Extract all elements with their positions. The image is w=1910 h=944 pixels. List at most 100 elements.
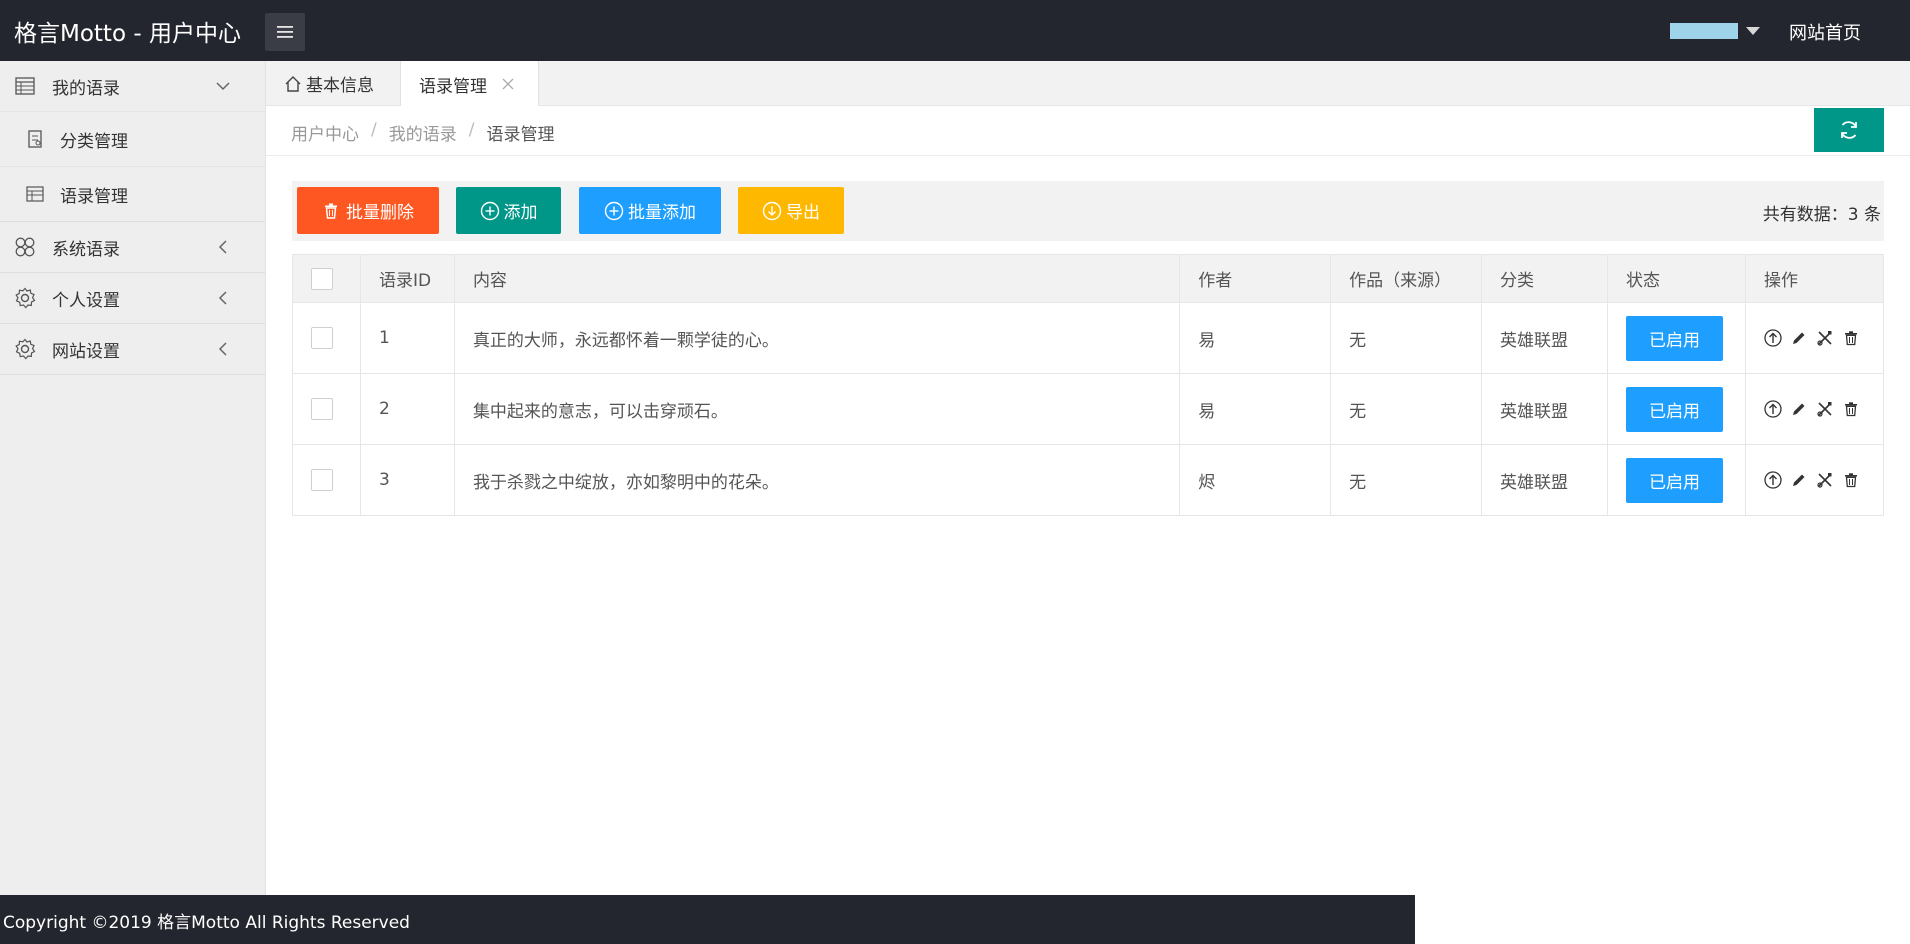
cell-category: 英雄联盟 bbox=[1481, 373, 1608, 445]
cell-id: 2 bbox=[359, 373, 455, 445]
refresh-button[interactable] bbox=[1814, 108, 1884, 152]
breadcrumb-separator: / bbox=[468, 120, 475, 140]
cell-category: 英雄联盟 bbox=[1481, 302, 1608, 374]
chevron-down-icon bbox=[216, 82, 230, 91]
move-up-icon[interactable] bbox=[1764, 471, 1782, 489]
user-name: 用户 bbox=[1670, 23, 1738, 39]
file-icon bbox=[26, 130, 44, 148]
edit-icon[interactable] bbox=[1790, 400, 1808, 418]
add-button[interactable]: 添加 bbox=[456, 187, 561, 234]
row-actions bbox=[1764, 400, 1865, 418]
chevron-left-icon bbox=[218, 240, 227, 254]
batch-delete-button[interactable]: 批量删除 bbox=[297, 187, 439, 234]
home-icon bbox=[284, 75, 302, 93]
breadcrumb-current: 语录管理 bbox=[486, 125, 555, 145]
top-header: 格言Motto - 用户中心 用户 网站首页 bbox=[0, 0, 1910, 61]
plus-circle-icon bbox=[604, 201, 624, 221]
clover-icon bbox=[14, 236, 36, 258]
table-header: 操作 bbox=[1744, 254, 1885, 303]
table-header: 语录ID bbox=[359, 254, 455, 303]
gear-icon bbox=[14, 338, 36, 360]
row-checkbox[interactable] bbox=[311, 398, 333, 420]
row-checkbox[interactable] bbox=[311, 327, 333, 349]
export-button[interactable]: 导出 bbox=[738, 187, 844, 234]
hamburger-icon bbox=[277, 26, 293, 38]
sidebar-item-category-manage[interactable]: 分类管理 bbox=[0, 111, 265, 166]
sidebar-item-site-settings[interactable]: 网站设置 bbox=[0, 324, 265, 374]
row-actions bbox=[1764, 471, 1865, 489]
table-header: 状态 bbox=[1606, 254, 1746, 303]
gear-icon bbox=[14, 287, 36, 309]
cell-status: 已启用 bbox=[1606, 444, 1746, 516]
button-label: 添加 bbox=[503, 203, 538, 223]
website-home-link[interactable]: 网站首页 bbox=[1789, 19, 1861, 45]
chevron-left-icon bbox=[218, 291, 227, 305]
plus-circle-icon bbox=[480, 201, 500, 221]
chevron-left-icon bbox=[218, 342, 227, 356]
cell-content: 真正的大师，永远都怀着一颗学徒的心。 bbox=[453, 302, 1181, 374]
sidebar: 我的语录 分类管理 语录管理 系统语录 个人设置 网站设置 bbox=[0, 61, 266, 895]
copyright-text: Copyright ©2019 格言Motto All Rights Reser… bbox=[3, 913, 410, 933]
tools-icon[interactable] bbox=[1816, 400, 1834, 418]
table-row: 1 真正的大师，永远都怀着一颗学徒的心。 易 无 英雄联盟 已启用 bbox=[292, 302, 1885, 374]
cell-actions bbox=[1744, 444, 1885, 516]
cell-source: 无 bbox=[1330, 373, 1483, 445]
cell-author: 烬 bbox=[1179, 444, 1332, 516]
breadcrumb-item[interactable]: 我的语录 bbox=[389, 120, 457, 145]
sidebar-item-quote-manage[interactable]: 语录管理 bbox=[0, 166, 265, 221]
sidebar-item-label: 网站设置 bbox=[52, 341, 120, 362]
breadcrumb: 用户中心 / 我的语录 / 语录管理 bbox=[291, 120, 554, 145]
breadcrumb-separator: / bbox=[371, 120, 377, 140]
sidebar-item-my-quotes[interactable]: 我的语录 bbox=[0, 61, 265, 111]
menu-toggle-button[interactable] bbox=[265, 13, 305, 51]
cell-actions bbox=[1744, 373, 1885, 445]
row-select bbox=[292, 444, 361, 516]
status-toggle-button[interactable]: 已启用 bbox=[1625, 386, 1723, 432]
refresh-icon bbox=[1841, 121, 1857, 139]
user-menu[interactable]: 用户 bbox=[1670, 20, 1760, 42]
row-select bbox=[292, 373, 361, 445]
page-tabs: 基本信息 语录管理 bbox=[266, 61, 1910, 107]
sidebar-item-label: 语录管理 bbox=[60, 186, 128, 207]
delete-icon[interactable] bbox=[1842, 471, 1860, 489]
caret-down-icon bbox=[1746, 27, 1760, 35]
breadcrumb-item[interactable]: 用户中心 bbox=[291, 120, 359, 145]
tab-quote-manage[interactable]: 语录管理 bbox=[401, 61, 539, 107]
select-all-checkbox[interactable] bbox=[311, 267, 333, 290]
table-row: 3 我于杀戮之中绽放，亦如黎明中的花朵。 烬 无 英雄联盟 已启用 bbox=[292, 444, 1885, 516]
tools-icon[interactable] bbox=[1816, 471, 1834, 489]
row-select bbox=[292, 302, 361, 374]
cell-category: 英雄联盟 bbox=[1481, 444, 1608, 516]
move-up-icon[interactable] bbox=[1764, 329, 1782, 347]
quotes-table: 语录ID 内容 作者 作品（来源） 分类 状态 操作 1 真正的大师，永远都怀着… bbox=[292, 254, 1885, 516]
status-toggle-button[interactable]: 已启用 bbox=[1625, 457, 1723, 503]
row-checkbox[interactable] bbox=[311, 469, 333, 491]
tools-icon[interactable] bbox=[1816, 329, 1834, 347]
header-select-all bbox=[292, 254, 361, 303]
total-count: 共有数据：3 条 bbox=[1762, 205, 1881, 225]
tab-label: 基本信息 bbox=[306, 76, 374, 96]
action-toolbar: 批量删除 添加 批量添加 导出 共有数据：3 条 bbox=[292, 181, 1884, 241]
delete-icon[interactable] bbox=[1842, 329, 1860, 347]
sidebar-item-system-quotes[interactable]: 系统语录 bbox=[0, 222, 265, 272]
edit-icon[interactable] bbox=[1790, 471, 1808, 489]
button-label: 批量添加 bbox=[628, 203, 696, 223]
close-icon[interactable] bbox=[501, 77, 515, 91]
button-label: 导出 bbox=[786, 203, 820, 223]
site-logo[interactable]: 格言Motto - 用户中心 bbox=[14, 14, 241, 48]
edit-icon[interactable] bbox=[1790, 329, 1808, 347]
delete-icon[interactable] bbox=[1842, 400, 1860, 418]
footer: Copyright ©2019 格言Motto All Rights Reser… bbox=[0, 895, 1415, 944]
status-toggle-button[interactable]: 已启用 bbox=[1625, 315, 1723, 361]
move-up-icon[interactable] bbox=[1764, 400, 1782, 418]
cell-status: 已启用 bbox=[1606, 373, 1746, 445]
sidebar-item-personal-settings[interactable]: 个人设置 bbox=[0, 273, 265, 323]
tab-basic-info[interactable]: 基本信息 bbox=[266, 61, 401, 106]
table-icon bbox=[14, 75, 36, 97]
cell-source: 无 bbox=[1330, 444, 1483, 516]
batch-add-button[interactable]: 批量添加 bbox=[579, 187, 721, 234]
row-actions bbox=[1764, 329, 1865, 347]
sidebar-item-label: 分类管理 bbox=[60, 131, 128, 152]
cell-content: 集中起来的意志，可以击穿顽石。 bbox=[453, 373, 1181, 445]
table-header: 内容 bbox=[453, 254, 1181, 303]
